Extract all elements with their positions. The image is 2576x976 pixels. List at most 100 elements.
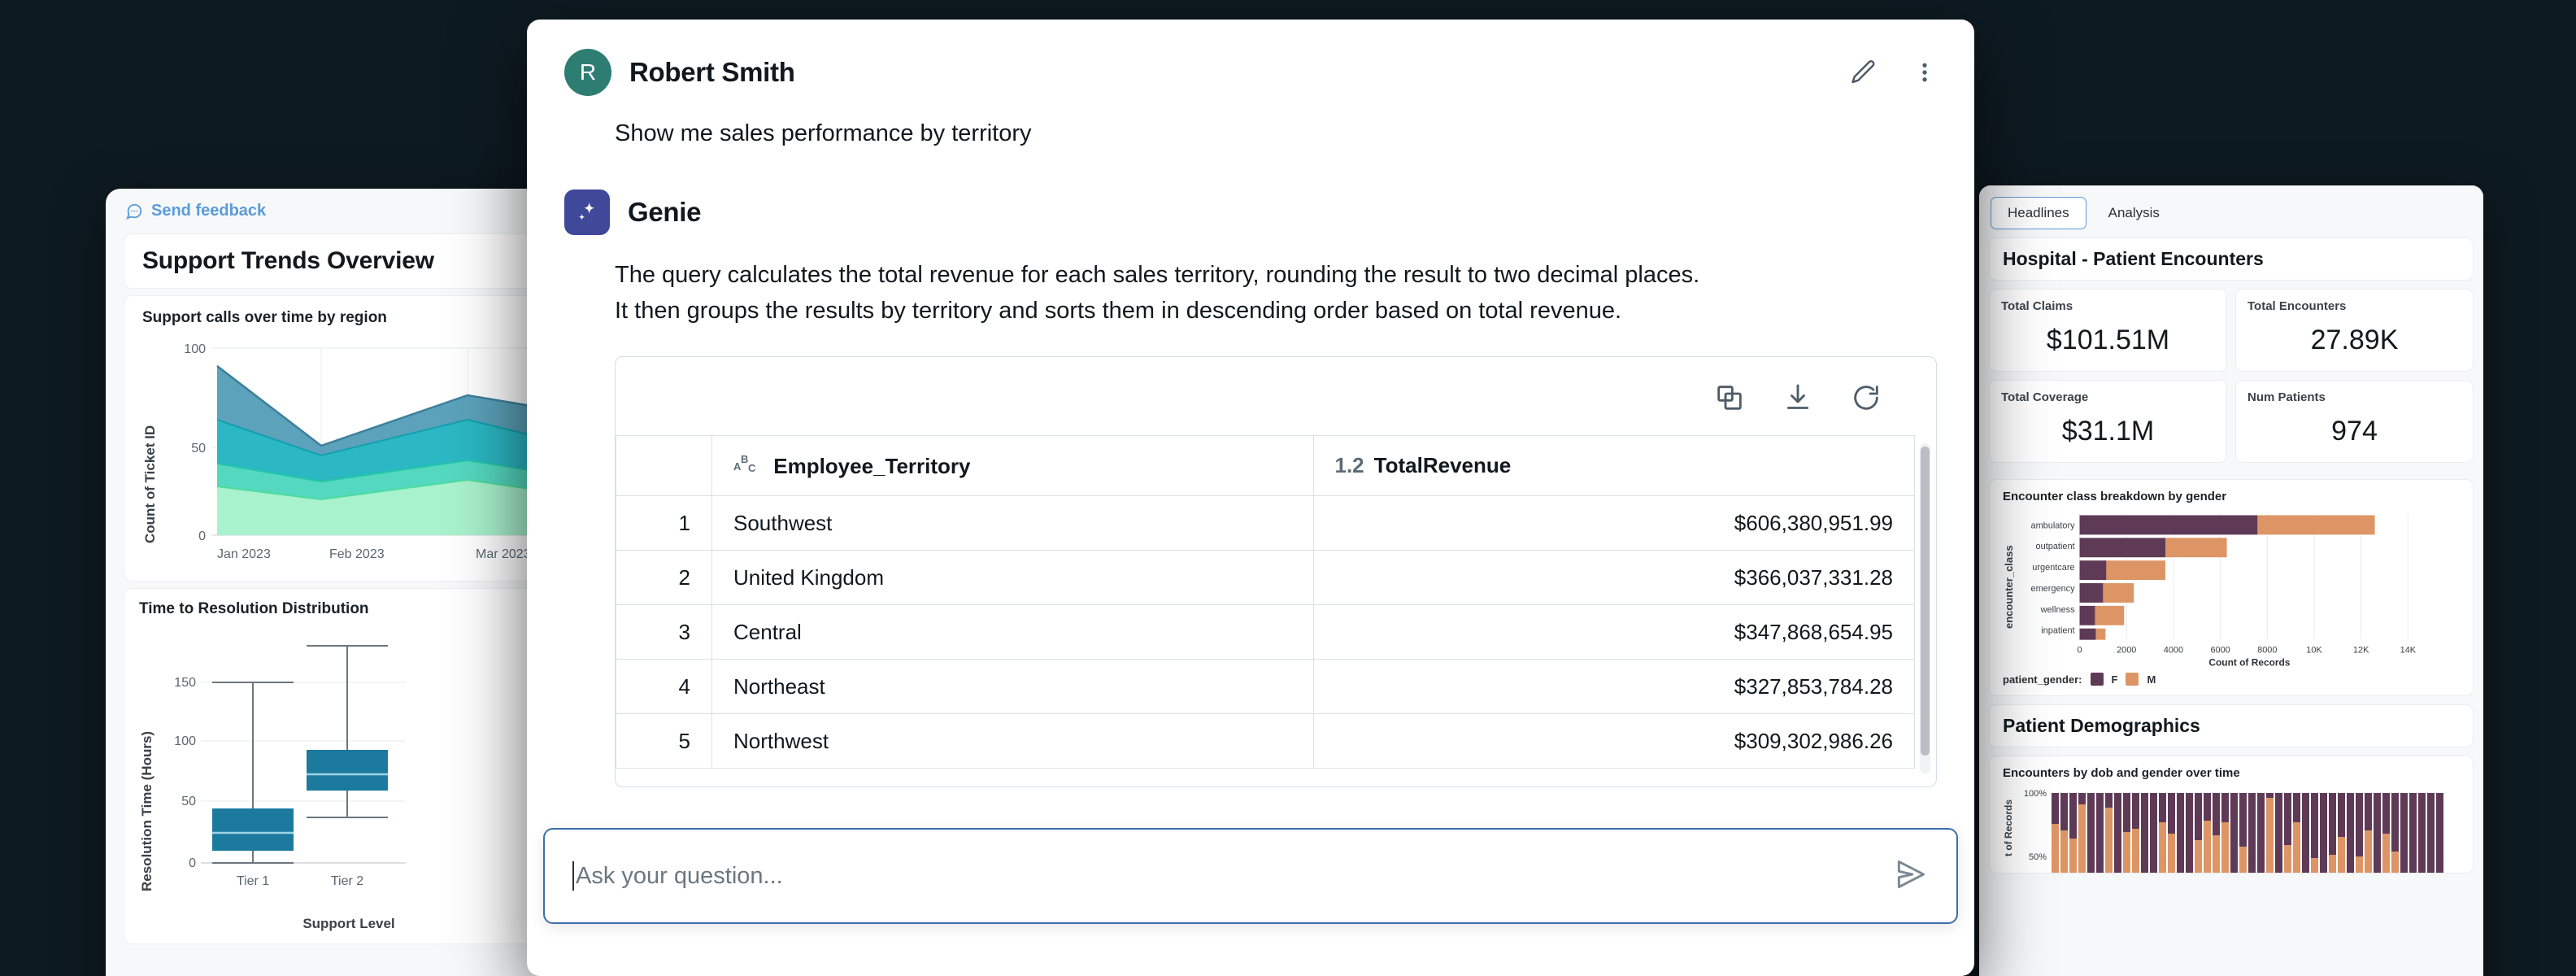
header-total-revenue[interactable]: 1.2 TotalRevenue — [1313, 435, 1915, 496]
avatar-initial: R — [579, 59, 597, 85]
svg-text:100: 100 — [184, 342, 206, 356]
svg-text:Mar 2023: Mar 2023 — [476, 547, 531, 561]
svg-text:Tier 1: Tier 1 — [237, 874, 269, 888]
kpi-total-encounters: Total Encounters 27.89K — [2235, 289, 2474, 372]
svg-text:10K: 10K — [2306, 646, 2322, 656]
results-scrollbar[interactable] — [1920, 443, 1930, 773]
results-table-head: A B C Employee_Territory 1.2 TotalRevenu… — [616, 435, 1915, 496]
avatar: R — [564, 49, 611, 96]
demographics-chart-ylabel: t of Records — [2003, 799, 2014, 856]
svg-text:50: 50 — [181, 795, 196, 808]
row-index: 4 — [616, 659, 712, 714]
svg-text:B: B — [741, 453, 748, 465]
svg-text:urgentcare: urgentcare — [2032, 563, 2074, 573]
table-row[interactable]: 4 Northeast $327,853,784.28 — [616, 659, 1915, 714]
svg-text:100: 100 — [174, 734, 196, 748]
svg-text:50%: 50% — [2029, 852, 2047, 862]
edit-button[interactable] — [1849, 58, 1878, 87]
assistant-paragraph-1: The query calculates the total revenue f… — [615, 262, 1700, 288]
abc-icon: A B C — [733, 453, 756, 474]
row-territory: Southwest — [711, 495, 1314, 551]
kpi-row-2: Total Coverage $31.1M Num Patients 974 — [1989, 380, 2474, 471]
results-scrollbar-thumb[interactable] — [1921, 447, 1930, 756]
demographics-chart-svg: 100% 50% — [2024, 789, 2445, 873]
assistant-name: Genie — [628, 197, 702, 227]
kpi-total-claims: Total Claims $101.51M — [1989, 289, 2227, 372]
legend-label-f: F — [2111, 673, 2118, 686]
kpi-num-patients-value: 974 — [2331, 416, 2378, 447]
row-revenue: $606,380,951.99 — [1313, 495, 1915, 551]
send-button[interactable] — [1893, 856, 1929, 896]
more-options-button[interactable] — [1912, 60, 1937, 85]
demographics-title: Patient Demographics — [2003, 715, 2200, 736]
dashboard-tabs: Headlines Analysis — [1979, 185, 2483, 229]
legend-swatch-m — [2126, 673, 2139, 686]
query-result-box: A B C Employee_Territory 1.2 TotalRevenu… — [615, 356, 1937, 787]
results-table: A B C Employee_Territory 1.2 TotalRevenu… — [616, 435, 1915, 769]
table-row[interactable]: 2 United Kingdom $366,037,331.28 — [616, 550, 1915, 605]
svg-text:outpatient: outpatient — [2036, 542, 2075, 551]
refresh-icon — [1854, 386, 1878, 410]
svg-text:6000: 6000 — [2210, 646, 2230, 656]
svg-text:150: 150 — [174, 676, 196, 690]
string-type-icon: A B C — [733, 452, 758, 479]
svg-text:Tier 2: Tier 2 — [331, 874, 363, 888]
row-index: 5 — [616, 713, 712, 769]
tab-headlines-label: Headlines — [2008, 205, 2069, 220]
row-revenue: $309,302,986.26 — [1313, 713, 1915, 769]
sparkle-icon — [578, 202, 595, 220]
copy-icon — [1717, 386, 1742, 410]
table-row[interactable]: 5 Northwest $309,302,986.26 — [616, 713, 1915, 769]
question-input-bar[interactable]: Ask your question... — [543, 828, 1958, 924]
chat-header: R Robert Smith — [527, 20, 1974, 96]
user-name: Robert Smith — [629, 57, 795, 87]
comment-icon — [126, 203, 142, 220]
assistant-paragraph-2: It then groups the results by territory … — [615, 297, 1622, 324]
download-button[interactable] — [1782, 381, 1814, 414]
refresh-button[interactable] — [1850, 381, 1882, 414]
encounter-chart-ylabel: encounter_class — [2003, 545, 2015, 629]
header-employee-territory-label: Employee_Territory — [773, 454, 971, 478]
kpi-num-patients-label: Num Patients — [2247, 390, 2326, 404]
header-employee-territory[interactable]: A B C Employee_Territory — [711, 435, 1314, 496]
svg-text:8000: 8000 — [2257, 646, 2277, 656]
row-index: 3 — [616, 604, 712, 660]
row-revenue: $366,037,331.28 — [1313, 550, 1915, 605]
encounter-chart-title: Encounter class breakdown by gender — [2003, 490, 2227, 503]
download-icon — [1786, 384, 1809, 409]
text-caret — [572, 861, 574, 891]
legend-title: patient_gender: — [2003, 673, 2082, 686]
svg-text:Jan 2023: Jan 2023 — [217, 547, 271, 561]
demographics-chart-card: Encounters by dob and gender over time t… — [1989, 756, 2474, 874]
encounter-chart-card: Encounter class breakdown by gender enco… — [1989, 479, 2474, 696]
svg-text:Count of Records: Count of Records — [2208, 656, 2290, 668]
tab-analysis[interactable]: Analysis — [2091, 197, 2177, 229]
demographics-chart-title: Encounters by dob and gender over time — [2003, 766, 2240, 780]
svg-text:inpatient: inpatient — [2041, 626, 2074, 636]
copy-button[interactable] — [1713, 381, 1746, 414]
svg-text:50: 50 — [191, 442, 206, 455]
kpi-total-claims-label: Total Claims — [2001, 299, 2073, 313]
row-territory: Northwest — [711, 713, 1314, 769]
tab-headlines[interactable]: Headlines — [1991, 197, 2086, 229]
edit-icon — [1852, 60, 1875, 84]
table-row[interactable]: 3 Central $347,868,654.95 — [616, 604, 1915, 660]
svg-text:ambulatory: ambulatory — [2030, 521, 2075, 530]
area-chart-ylabel: Count of Ticket ID — [142, 425, 158, 543]
table-row[interactable]: 1 Southwest $606,380,951.99 — [616, 495, 1915, 551]
kpi-total-coverage: Total Coverage $31.1M — [1989, 380, 2227, 463]
kpi-total-coverage-value: $31.1M — [2061, 416, 2155, 447]
svg-text:4000: 4000 — [2164, 646, 2183, 656]
demographics-title-card: Patient Demographics — [1989, 704, 2474, 747]
encounter-chart-legend: patient_gender: F M — [2003, 673, 2460, 686]
hospital-title: Hospital - Patient Encounters — [2003, 248, 2264, 269]
svg-text:14K: 14K — [2400, 646, 2417, 656]
row-territory: Central — [711, 604, 1314, 660]
svg-text:emergency: emergency — [2030, 584, 2075, 594]
genie-badge — [564, 190, 610, 235]
number-type-icon: 1.2 — [1334, 453, 1364, 477]
svg-text:12K: 12K — [2353, 646, 2369, 656]
legend-swatch-f — [2090, 673, 2104, 686]
user-message: Show me sales performance by territory — [615, 120, 1032, 146]
table-header-row: A B C Employee_Territory 1.2 TotalRevenu… — [616, 435, 1915, 496]
